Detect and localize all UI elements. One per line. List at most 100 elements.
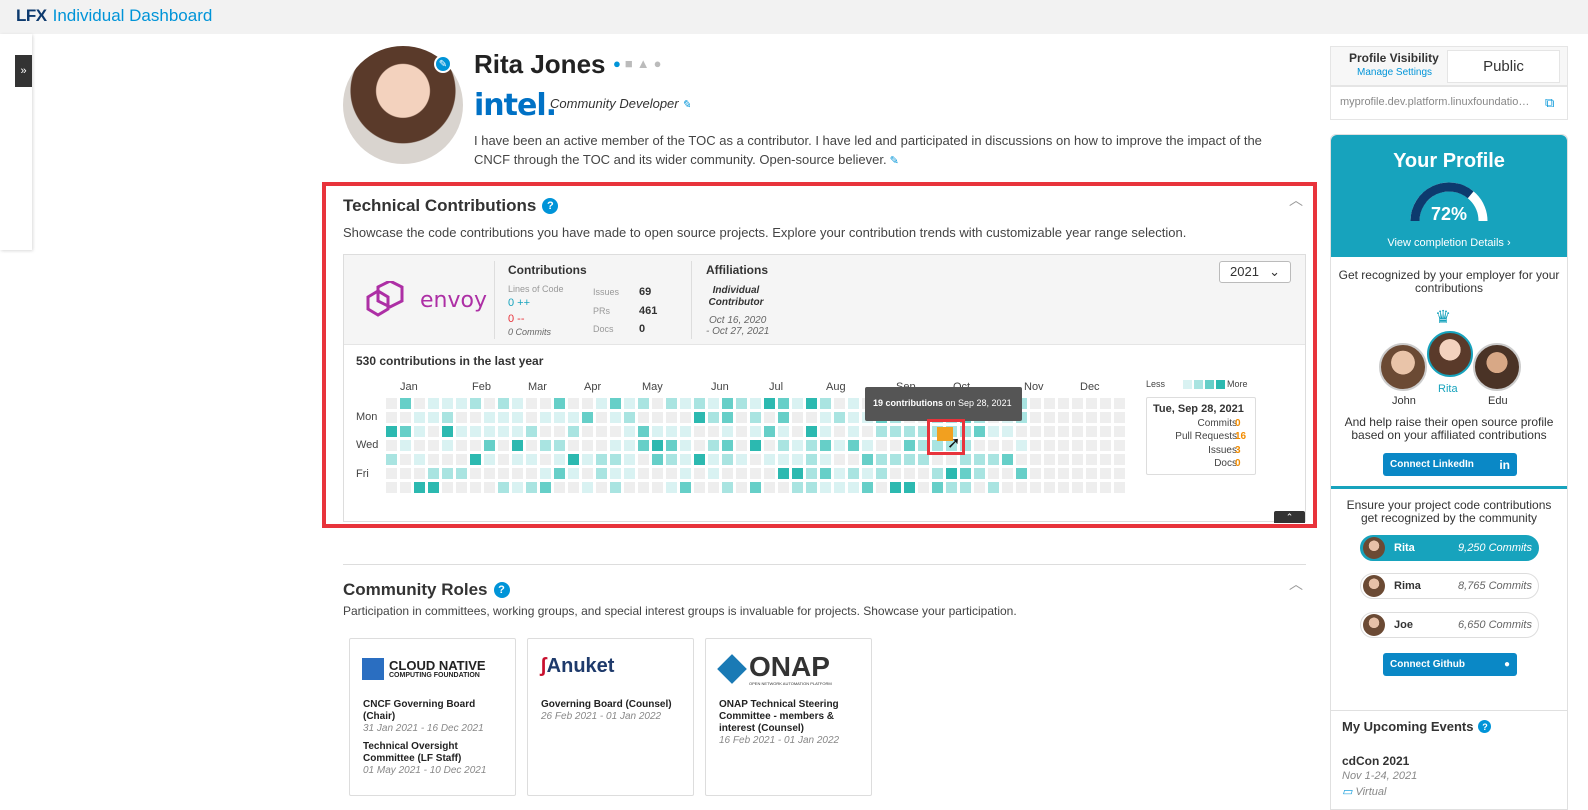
heatmap-cell[interactable] xyxy=(778,440,789,451)
edit-role-icon[interactable]: ✎ xyxy=(682,99,691,111)
heatmap-cell[interactable] xyxy=(708,468,719,479)
heatmap-cell[interactable] xyxy=(1086,426,1097,437)
heatmap-cell[interactable] xyxy=(960,482,971,493)
heatmap-cell[interactable] xyxy=(554,468,565,479)
heatmap-cell[interactable] xyxy=(1114,426,1125,437)
heatmap-cell[interactable] xyxy=(904,482,915,493)
heatmap-cell[interactable] xyxy=(400,454,411,465)
heatmap-cell[interactable] xyxy=(1044,412,1055,423)
heatmap-cell[interactable] xyxy=(694,482,705,493)
heatmap-cell[interactable] xyxy=(526,440,537,451)
heatmap-cell[interactable] xyxy=(890,482,901,493)
heatmap-cell[interactable] xyxy=(988,426,999,437)
heatmap-cell[interactable] xyxy=(568,440,579,451)
heatmap-cell[interactable] xyxy=(862,482,873,493)
manage-settings-link[interactable]: Manage Settings xyxy=(1357,67,1432,78)
heatmap-cell[interactable] xyxy=(848,398,859,409)
facebook-icon[interactable]: ● xyxy=(654,56,662,71)
heatmap-cell[interactable] xyxy=(596,454,607,465)
heatmap-cell[interactable] xyxy=(820,454,831,465)
heatmap-cell[interactable] xyxy=(610,454,621,465)
connect-github-button[interactable]: Connect Github ● xyxy=(1383,653,1517,676)
heatmap-cell[interactable] xyxy=(1114,398,1125,409)
heatmap-cell[interactable] xyxy=(1058,454,1069,465)
heatmap-cell[interactable] xyxy=(540,398,551,409)
heatmap-cell[interactable] xyxy=(1044,468,1055,479)
heatmap-cell[interactable] xyxy=(750,482,761,493)
heatmap-cell[interactable] xyxy=(1072,482,1083,493)
heatmap-cell[interactable] xyxy=(736,468,747,479)
heatmap-cell[interactable] xyxy=(498,454,509,465)
heatmap-cell[interactable] xyxy=(1002,426,1013,437)
heatmap-cell[interactable] xyxy=(792,426,803,437)
heatmap-cell[interactable] xyxy=(442,426,453,437)
heatmap-cell[interactable] xyxy=(596,412,607,423)
heatmap-cell[interactable] xyxy=(610,398,621,409)
heatmap-cell[interactable] xyxy=(1072,426,1083,437)
heatmap-cell[interactable] xyxy=(470,398,481,409)
heatmap-cell[interactable] xyxy=(806,482,817,493)
heatmap-cell[interactable] xyxy=(624,412,635,423)
heatmap-cell[interactable] xyxy=(1072,440,1083,451)
heatmap-cell[interactable] xyxy=(666,412,677,423)
heatmap-cell[interactable] xyxy=(610,468,621,479)
heatmap-cell[interactable] xyxy=(820,412,831,423)
leaderboard-row[interactable]: Rima 8,765 Commits xyxy=(1360,573,1539,599)
heatmap-cell[interactable] xyxy=(498,482,509,493)
heatmap-cell[interactable] xyxy=(1058,412,1069,423)
heatmap-cell[interactable] xyxy=(862,468,873,479)
heatmap-cell[interactable] xyxy=(1030,398,1041,409)
heatmap-cell[interactable] xyxy=(750,426,761,437)
heatmap-cell[interactable] xyxy=(694,412,705,423)
heatmap-cell[interactable] xyxy=(1072,412,1083,423)
heatmap-cell[interactable] xyxy=(526,398,537,409)
heatmap-cell[interactable] xyxy=(1114,412,1125,423)
heatmap-cell[interactable] xyxy=(1100,454,1111,465)
heatmap-cell[interactable] xyxy=(456,426,467,437)
heatmap-cell[interactable] xyxy=(1114,440,1125,451)
heatmap-cell[interactable] xyxy=(526,454,537,465)
heatmap-cell[interactable] xyxy=(554,398,565,409)
avatar-rita[interactable] xyxy=(1427,331,1473,377)
heatmap-cell[interactable] xyxy=(722,440,733,451)
heatmap-cell[interactable] xyxy=(680,398,691,409)
heatmap-cell[interactable] xyxy=(666,398,677,409)
heatmap-cell[interactable] xyxy=(554,440,565,451)
heatmap-cell[interactable] xyxy=(694,398,705,409)
avatar-edu[interactable] xyxy=(1473,343,1521,391)
heatmap-cell[interactable] xyxy=(736,412,747,423)
heatmap-cell[interactable] xyxy=(414,412,425,423)
heatmap-cell[interactable] xyxy=(400,468,411,479)
heatmap-cell[interactable] xyxy=(792,454,803,465)
heatmap-cell[interactable] xyxy=(1002,454,1013,465)
heatmap-cell[interactable] xyxy=(1002,482,1013,493)
heatmap-cell[interactable] xyxy=(876,454,887,465)
heatmap-cell[interactable] xyxy=(708,398,719,409)
heatmap-cell[interactable] xyxy=(442,440,453,451)
heatmap-cell[interactable] xyxy=(596,482,607,493)
heatmap-cell[interactable] xyxy=(666,482,677,493)
heatmap-cell[interactable] xyxy=(470,426,481,437)
heatmap-cell[interactable] xyxy=(568,482,579,493)
heatmap-cell[interactable] xyxy=(792,440,803,451)
heatmap-cell[interactable] xyxy=(736,426,747,437)
heatmap-cell[interactable] xyxy=(778,398,789,409)
collapse-tc-icon[interactable]: ︿ xyxy=(1289,190,1303,210)
heatmap-cell[interactable] xyxy=(792,482,803,493)
heatmap-cell[interactable] xyxy=(414,426,425,437)
heatmap-cell[interactable] xyxy=(1072,468,1083,479)
heatmap-cell[interactable] xyxy=(680,468,691,479)
heatmap-cell[interactable] xyxy=(456,454,467,465)
heatmap-cell[interactable] xyxy=(1086,468,1097,479)
heatmap-cell[interactable] xyxy=(414,468,425,479)
heatmap-cell[interactable] xyxy=(764,468,775,479)
heatmap-cell[interactable] xyxy=(694,426,705,437)
heatmap-cell[interactable] xyxy=(918,468,929,479)
heatmap-cell[interactable] xyxy=(414,454,425,465)
view-completion-details-link[interactable]: View completion Details › xyxy=(1331,237,1567,249)
heatmap-cell[interactable] xyxy=(694,468,705,479)
heatmap-cell[interactable] xyxy=(484,412,495,423)
heatmap-cell[interactable] xyxy=(624,398,635,409)
leaderboard-row[interactable]: Joe 6,650 Commits xyxy=(1360,612,1539,638)
heatmap-cell[interactable] xyxy=(582,454,593,465)
